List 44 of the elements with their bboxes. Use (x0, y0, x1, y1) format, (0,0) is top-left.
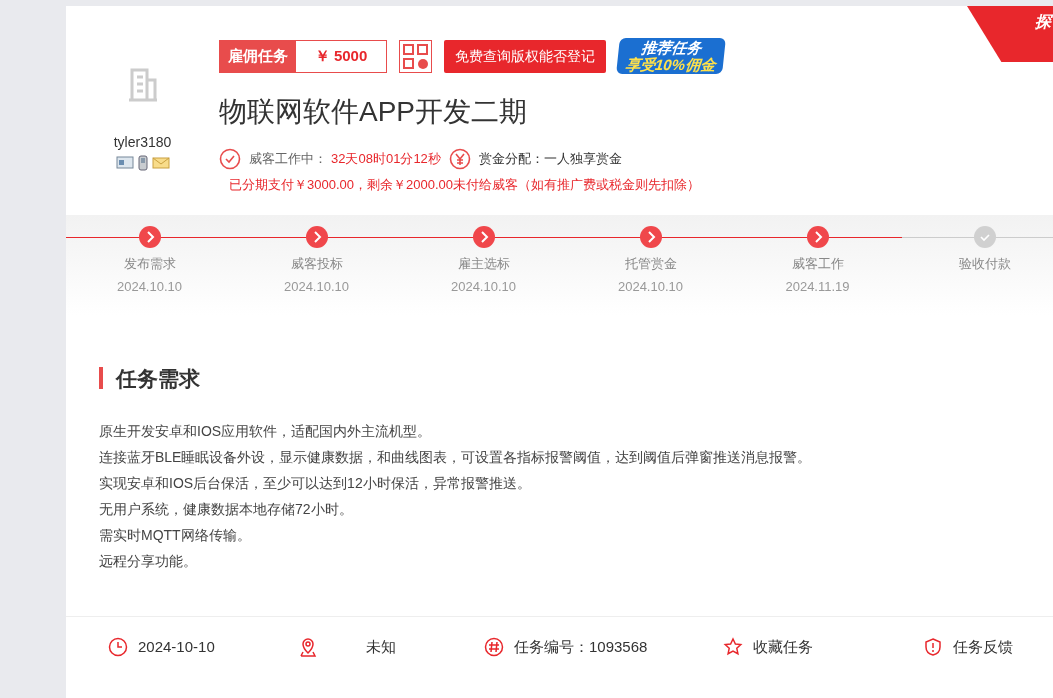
promo-banner[interactable]: 推荐任务 享受10%佣金 (616, 38, 726, 74)
countdown: 32天08时01分12秒 (331, 150, 441, 169)
reward-distribution: 赏金分配：一人独享赏金 (478, 150, 622, 169)
requirement-text: 连接蓝牙BLE睡眠设备外设，显示健康数据，和曲线图表，可设置各指标报警阈值，达到阈值后弹窗推送消息报警。 (99, 448, 813, 467)
step-date: 2024.10.10 (617, 278, 684, 296)
step-date: 2024.11.19 (785, 278, 850, 296)
favorite-link[interactable]: 收藏任务 (753, 635, 813, 659)
map-pin-icon (298, 637, 318, 657)
task-type-badge: 雇佣任务 ￥ 5000 (219, 39, 387, 73)
requirement-text: 实现安卓和IOS后台保活，至少可以达到12小时保活，异常报警推送。 (99, 474, 532, 493)
step-date: 2024.10.10 (450, 278, 517, 296)
step-label: 威客工作 (791, 254, 844, 273)
yen-icon (448, 148, 471, 170)
footer-info: 任务编号：1093568 (514, 636, 648, 657)
status-label: 威客工作中： (249, 150, 327, 169)
id-card-icon (115, 155, 134, 169)
task-title: 物联网软件APP开发二期 (219, 95, 529, 129)
step-label: 威客投标 (290, 254, 343, 273)
footer-info: 2024-10-10 (138, 636, 215, 657)
star-icon (723, 637, 743, 657)
requirement-text: 需实时MQTT网络传输。 (99, 526, 252, 545)
requirement-text: 远程分享功能。 (99, 552, 198, 571)
step-date: 2024.10.10 (283, 278, 350, 296)
step-label: 验收付款 (958, 254, 1011, 273)
step-label: 托管赏金 (624, 254, 677, 273)
step-label: 发布需求 (123, 254, 176, 273)
feedback-link[interactable]: 任务反馈 (953, 635, 1013, 659)
hash-icon (484, 637, 504, 657)
username[interactable]: tyler3180 (113, 132, 172, 153)
envelope-icon (151, 155, 170, 169)
step-date: 2024.10.10 (116, 278, 183, 296)
clock-icon (108, 637, 128, 657)
section-heading: 任务需求 (116, 365, 200, 392)
copyright-check-button[interactable]: 免费查询版权能否登记 (444, 39, 606, 73)
check-circle-icon (219, 148, 241, 170)
qr-code-icon[interactable] (399, 39, 432, 73)
footer-info: 未知 (366, 636, 396, 657)
step-label: 雇主选标 (457, 254, 510, 273)
shield-alert-icon (923, 637, 943, 657)
requirement-text: 无用户系统，健康数据本地存储72小时。 (99, 500, 354, 519)
requirement-text: 原生开发安卓和IOS应用软件，适配国内外主流机型。 (99, 422, 433, 441)
payment-note: 已分期支付￥3000.00，剩余￥2000.00未付给威客（如有推广费或税金则先扣除） (229, 176, 701, 194)
corner-ribbon: 探 (967, 6, 1053, 62)
phone-icon (137, 155, 148, 171)
